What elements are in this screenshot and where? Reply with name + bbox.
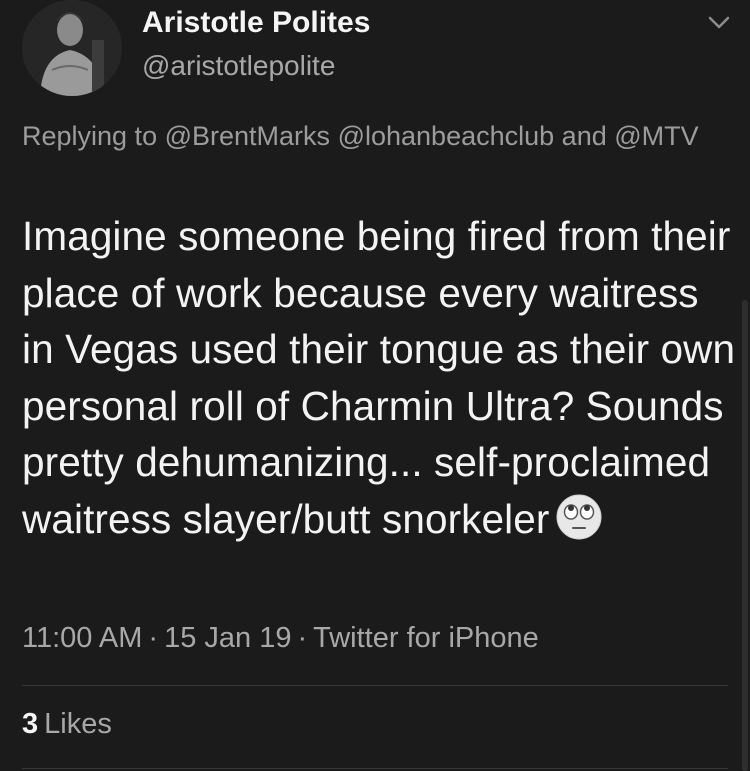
display-name[interactable]: Aristotle Polites	[142, 6, 370, 40]
meta-separator: ·	[148, 622, 159, 654]
likes-count: 3	[22, 708, 39, 740]
avatar[interactable]	[22, 0, 122, 96]
replying-to: Replying to @BrentMarks @lohanbeachclub …	[22, 116, 722, 156]
tweet-date: 15 Jan 19	[164, 622, 292, 654]
tweet-menu-button[interactable]	[704, 10, 734, 36]
face-with-rolling-eyes-icon	[556, 494, 602, 539]
chevron-down-icon	[708, 16, 730, 29]
reply-user-link[interactable]: @MTV	[614, 121, 698, 151]
reply-and: and	[561, 121, 607, 151]
likes-link[interactable]: 3 Likes	[22, 708, 112, 741]
divider	[22, 685, 728, 686]
replying-prefix: Replying to	[22, 121, 158, 151]
divider	[22, 768, 728, 769]
reply-user-link[interactable]: @lohanbeachclub	[338, 121, 555, 151]
tweet-source[interactable]: Twitter for iPhone	[313, 622, 539, 654]
reply-user-link[interactable]: @BrentMarks	[165, 121, 330, 151]
avatar-photo-icon	[22, 0, 122, 96]
meta-separator: ·	[297, 622, 308, 654]
likes-label: Likes	[44, 708, 112, 740]
tweet-meta: 11:00 AM · 15 Jan 19 · Twitter for iPhone	[22, 622, 539, 655]
tweet-time: 11:00 AM	[22, 622, 143, 654]
tweet-text: Imagine someone being fired from their p…	[22, 208, 737, 547]
user-handle[interactable]: @aristotlepolite	[142, 50, 335, 82]
scrollbar[interactable]	[742, 300, 748, 771]
tweet-detail: Aristotle Polites @aristotlepolite Reply…	[0, 0, 750, 771]
tweet-text-content: Imagine someone being fired from their p…	[22, 213, 736, 542]
